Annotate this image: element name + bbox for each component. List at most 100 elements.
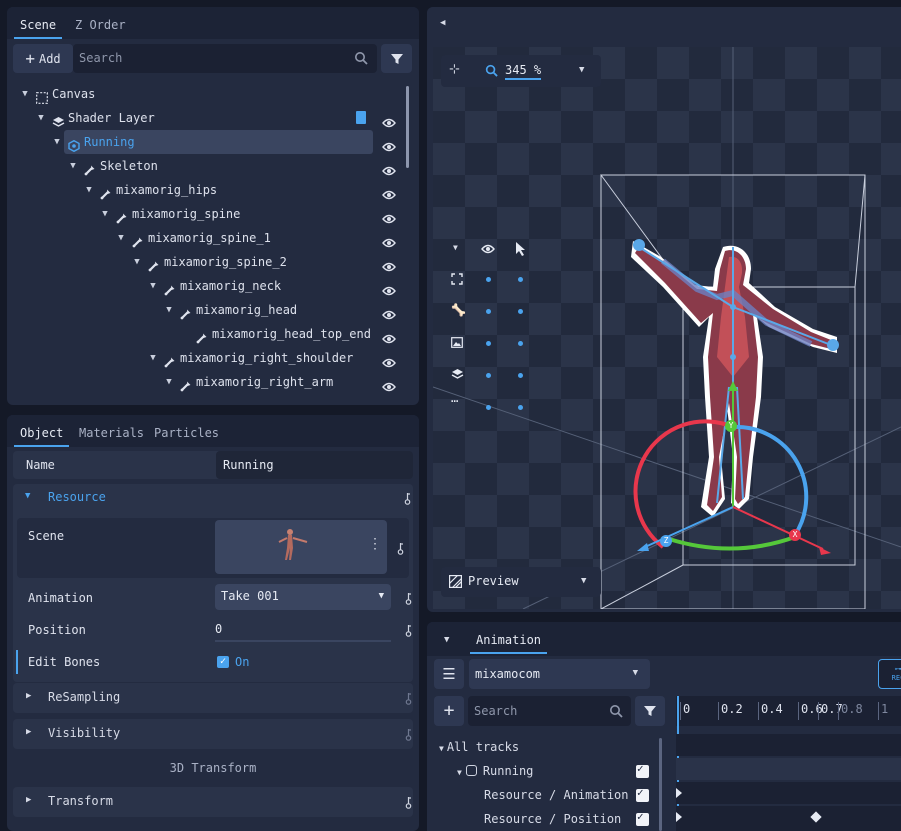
cursor-icon[interactable] [515,241,527,257]
zoom-caret-icon[interactable]: ▼ [579,65,584,75]
scene-search-input[interactable]: Search [73,44,377,73]
track-checkbox[interactable]: ✓ [636,810,649,826]
visibility-toggle-dot[interactable] [486,373,491,378]
key-icon[interactable] [397,542,404,555]
tracks-scrollbar[interactable] [659,738,662,831]
keyframe[interactable] [676,812,682,822]
eye-icon[interactable] [382,160,396,176]
more-options-icon[interactable]: ⋮ [368,537,382,551]
collapse-caret-icon[interactable]: ▼ [444,635,449,645]
tree-scrollbar[interactable] [406,86,409,168]
key-icon[interactable] [405,728,412,741]
eye-icon[interactable] [382,256,396,272]
add-button[interactable]: + Add [13,44,73,73]
visibility-toggle-dot[interactable] [486,405,491,410]
tree-item[interactable]: ▼ mixamorig_spine_1 [7,226,405,250]
tree-item[interactable]: ▼ mixamorig_spine [7,202,405,226]
filter-button[interactable] [381,44,412,73]
key-icon[interactable] [405,624,412,637]
chevron-down-icon[interactable]: ▼ [116,226,126,250]
tracks-header-row[interactable]: ▼ All tracks [439,735,519,759]
zoom-value[interactable]: 345 % [505,63,542,80]
eye-icon[interactable] [382,208,396,224]
track-checkbox[interactable]: ✓ [636,786,649,802]
eye-icon[interactable] [382,280,396,296]
track-search-input[interactable]: Search [468,696,631,726]
resampling-section[interactable]: ▶ ReSampling [13,683,413,713]
tab-animation[interactable]: Animation [469,628,548,654]
more-icon[interactable]: ⋯ [451,394,458,408]
tree-item[interactable]: ▼ mixamorig_right_shoulder [7,346,405,370]
animation-select[interactable]: Take 001 ▼ [215,584,391,610]
chevron-down-icon[interactable]: ▼ [36,106,46,130]
visibility-toggle-dot[interactable] [518,277,523,282]
visibility-toggle-dot[interactable] [486,309,491,314]
key-icon[interactable] [405,796,412,809]
frame-icon[interactable] [451,273,463,285]
menu-button[interactable]: ☰ [434,659,464,689]
chevron-down-icon[interactable]: ▼ [52,130,62,154]
chevron-down-icon[interactable]: ▼ [100,202,110,226]
eye-icon[interactable] [382,136,396,152]
name-input[interactable]: Running [216,451,413,479]
add-track-button[interactable]: + [434,696,464,726]
collapse-left-icon[interactable]: ◀ [440,18,445,28]
visibility-section[interactable]: ▶ Visibility [13,719,413,749]
collapse-caret-icon[interactable]: ▼ [453,243,458,252]
track-filter-button[interactable] [635,696,665,726]
record-button[interactable]: ⊶REC [878,659,901,689]
tab-z-order[interactable]: Z Order [75,13,126,39]
chevron-down-icon[interactable]: ▼ [148,274,158,298]
chevron-down-icon[interactable]: ▼ [164,298,174,322]
keyframe[interactable] [676,788,682,798]
visibility-toggle-dot[interactable] [518,373,523,378]
eye-icon[interactable] [382,112,396,128]
chevron-down-icon[interactable]: ▼ [20,82,30,106]
tab-scene[interactable]: Scene [13,13,63,39]
chevron-down-icon[interactable]: ▼ [132,250,142,274]
visibility-toggle-dot[interactable] [518,341,523,346]
tree-item[interactable]: ▼ Skeleton [7,154,405,178]
visibility-toggle-dot[interactable] [518,405,523,410]
tree-item[interactable]: ▼ mixamorig_hips [7,178,405,202]
tree-item[interactable]: ▼ Running [7,130,405,154]
chevron-down-icon[interactable]: ▼ [84,178,94,202]
tree-item[interactable]: ▼ Shader Layer [7,106,405,130]
track-checkbox[interactable]: ✓ [636,762,649,778]
tree-item[interactable]: ▼ mixamorig_neck [7,274,405,298]
tab-materials[interactable]: Materials [79,421,144,447]
key-icon[interactable] [404,492,411,505]
eye-icon[interactable] [382,304,396,320]
gizmo-x-label[interactable]: X [789,529,801,541]
tab-object[interactable]: Object [13,421,70,447]
key-icon[interactable] [405,692,412,705]
focus-target-icon[interactable]: ⊹ [449,63,460,76]
tree-item[interactable]: mixamorig_head_top_end [7,322,405,346]
preview-select[interactable]: Preview ▼ [441,567,601,597]
timeline-ruler[interactable]: 0 0.2 0.4 0.6 0.7 0.8 1 [676,696,901,726]
eye-icon[interactable] [382,328,396,344]
gizmo-z-label[interactable]: Z [660,535,672,547]
chevron-down-icon[interactable]: ▼ [68,154,78,178]
chevron-down-icon[interactable]: ▼ [148,346,158,370]
gizmo-y-label[interactable]: Y [725,420,737,432]
eye-icon[interactable] [382,352,396,368]
track-row-resource-position[interactable]: Resource / Position [484,807,621,831]
resource-header[interactable]: ▼ Resource [13,484,413,512]
visibility-toggle-dot[interactable] [486,277,491,282]
track-row-resource-animation[interactable]: Resource / Animation [484,783,629,807]
position-slider[interactable]: 0 [215,616,391,642]
document-icon[interactable] [356,111,366,124]
transform-section[interactable]: ▶ Transform [13,787,413,817]
visibility-toggle-dot[interactable] [486,341,491,346]
tree-item[interactable]: ▼ mixamorig_spine_2 [7,250,405,274]
clip-select[interactable]: mixamocom ▼ [469,659,650,689]
bone-icon[interactable]: 🦴 [451,303,466,317]
tab-particles[interactable]: Particles [154,421,219,447]
eye-icon[interactable] [382,376,396,392]
chevron-down-icon[interactable]: ▼ [164,370,174,394]
eye-icon[interactable] [382,184,396,200]
eye-icon[interactable] [382,232,396,248]
tree-item[interactable]: ▼ Canvas [7,82,405,106]
key-icon[interactable] [405,592,412,605]
